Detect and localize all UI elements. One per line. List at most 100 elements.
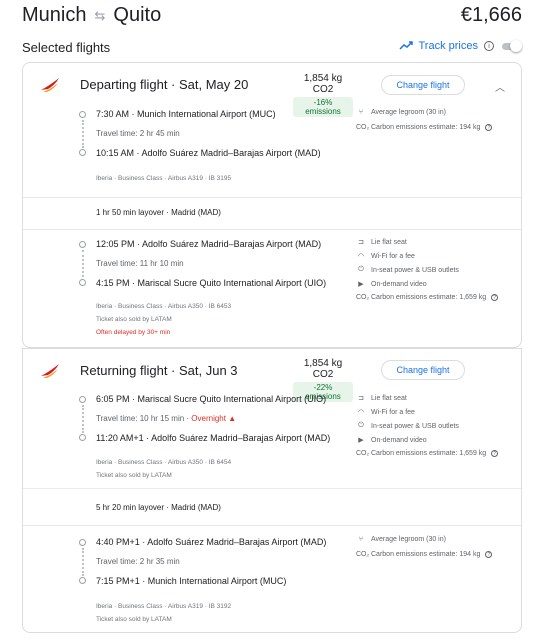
route-line	[82, 548, 84, 576]
departure-info: 6:05 PM · Mariscal Sucre Quito Internati…	[96, 394, 327, 404]
warning-icon: ▲	[228, 414, 237, 423]
amenity-legroom: ⑂ Average legroom (30 in)	[356, 536, 446, 543]
travel-time: Travel time: 10 hr 15 min · Overnight ▲	[96, 414, 237, 423]
amenity-emissions: CO₂ Carbon emissions estimate: 194 kg?	[356, 124, 493, 131]
departure-info: 7:30 AM · Munich International Airport (…	[96, 109, 276, 119]
returning-flight-card: Returning flight · Sat, Jun 3 1,854 kg C…	[22, 348, 522, 633]
co2-icon: CO₂	[356, 551, 370, 558]
amenity-power: ⏻ In-seat power & USB outlets	[356, 266, 459, 274]
iberia-logo-icon	[41, 78, 59, 92]
power-plug-icon: ⏻	[358, 422, 364, 429]
layover-info: 1 hr 50 min layover · Madrid (MAD)	[96, 208, 221, 217]
track-prices[interactable]: Track prices i	[398, 40, 522, 52]
arrival-info: 7:15 PM+1 · Munich International Airport…	[96, 576, 287, 586]
amenity-seat: ⊐ Lie flat seat	[356, 238, 407, 247]
route-title: Munich ⇆ Quito	[22, 4, 161, 27]
delay-warning: Often delayed by 30+ min	[96, 329, 171, 336]
layover-info: 5 hr 20 min layover · Madrid (MAD)	[96, 503, 221, 512]
iberia-logo-icon	[41, 364, 59, 378]
arrival-dot	[79, 434, 86, 441]
amenity-wifi: ◠ Wi-Fi for a fee	[357, 252, 415, 261]
divider	[23, 525, 521, 526]
flight-details: Iberia · Business Class · Airbus A319 · …	[96, 175, 232, 182]
wifi-icon: ◠	[357, 253, 365, 260]
arrival-info: 4:15 PM · Mariscal Sucre Quito Internati…	[96, 278, 327, 288]
leg-muc-mad: 7:30 AM · Munich International Airport (…	[23, 103, 521, 205]
destination-city: Quito	[113, 4, 162, 26]
ticket-sold-by: Ticket also sold by LATAM	[96, 472, 172, 479]
swap-arrows-icon: ⇆	[94, 7, 106, 23]
overnight-label: Overnight	[191, 414, 226, 423]
trending-icon	[398, 41, 413, 50]
info-icon[interactable]: i	[484, 41, 494, 51]
amenity-legroom: ⑂ Average legroom (30 in)	[356, 109, 446, 116]
leg-uio-mad: 6:05 PM · Mariscal Sucre Quito Internati…	[23, 389, 521, 489]
route-line	[82, 405, 84, 433]
track-prices-label[interactable]: Track prices	[419, 40, 479, 52]
ticket-sold-by: Ticket also sold by LATAM	[96, 316, 172, 323]
divider	[23, 488, 521, 489]
departing-header: Departing flight · Sat, May 20 1,854 kg …	[23, 63, 521, 117]
info-icon[interactable]: ?	[491, 294, 499, 301]
arrival-dot	[79, 279, 86, 286]
departure-info: 4:40 PM+1 · Adolfo Suárez Madrid–Barajas…	[96, 537, 327, 547]
flat-seat-icon: ⊐	[358, 395, 364, 402]
arrival-info: 11:20 AM+1 · Adolfo Suárez Madrid–Baraja…	[96, 433, 331, 443]
departure-dot	[79, 396, 86, 403]
amenity-video: ▶ On-demand video	[356, 436, 426, 445]
video-icon: ▶	[358, 281, 364, 288]
returning-header: Returning flight · Sat, Jun 3 1,854 kg C…	[23, 349, 521, 402]
co2-icon: CO₂	[356, 124, 370, 131]
amenity-emissions: CO₂ Carbon emissions estimate: 1,659 kg?	[356, 294, 499, 301]
track-prices-toggle[interactable]	[500, 40, 522, 52]
selected-flights-heading: Selected flights	[22, 40, 111, 55]
amenity-seat: ⊐ Lie flat seat	[356, 394, 407, 403]
departure-dot	[79, 539, 86, 546]
power-plug-icon: ⏻	[358, 266, 364, 273]
leg-mad-muc: 4:40 PM+1 · Adolfo Suárez Madrid–Barajas…	[23, 529, 521, 633]
seat-icon: ⑂	[358, 109, 364, 116]
returning-title: Returning flight · Sat, Jun 3	[80, 363, 238, 378]
travel-time: Travel time: 11 hr 10 min	[96, 259, 184, 268]
departure-info: 12:05 PM · Adolfo Suárez Madrid–Barajas …	[96, 239, 322, 249]
flight-details: Iberia · Business Class · Airbus A350 · …	[96, 303, 232, 310]
change-flight-button[interactable]: Change flight	[381, 75, 465, 95]
arrival-dot	[79, 149, 86, 156]
video-icon: ▶	[358, 437, 364, 444]
divider	[23, 229, 521, 230]
wifi-icon: ◠	[357, 409, 365, 416]
departure-dot	[79, 111, 86, 118]
arrival-info: 10:15 AM · Adolfo Suárez Madrid–Barajas …	[96, 148, 321, 158]
change-flight-button[interactable]: Change flight	[381, 360, 465, 380]
co2-value: 1,854 kg CO2	[303, 73, 343, 95]
amenity-power: ⏻ In-seat power & USB outlets	[356, 422, 459, 430]
flat-seat-icon: ⊐	[358, 239, 364, 246]
chevron-up-icon[interactable]: ︿	[495, 79, 505, 94]
departing-flight-card: Departing flight · Sat, May 20 1,854 kg …	[22, 62, 522, 348]
seat-icon: ⑂	[358, 536, 364, 543]
trip-header: Munich ⇆ Quito €1,666	[22, 4, 522, 30]
co2-icon: CO₂	[356, 450, 370, 457]
ticket-sold-by: Ticket also sold by LATAM	[96, 616, 172, 623]
amenity-emissions: CO₂ Carbon emissions estimate: 1,659 kg?	[356, 450, 499, 457]
amenity-wifi: ◠ Wi-Fi for a fee	[357, 408, 415, 417]
co2-value: 1,854 kg CO2	[303, 358, 343, 380]
departing-title: Departing flight · Sat, May 20	[80, 77, 249, 92]
info-icon[interactable]: ?	[485, 551, 493, 558]
arrival-dot	[79, 577, 86, 584]
travel-time: Travel time: 2 hr 45 min	[96, 129, 180, 138]
co2-icon: CO₂	[356, 294, 370, 301]
amenity-emissions: CO₂ Carbon emissions estimate: 194 kg?	[356, 551, 493, 558]
amenity-video: ▶ On-demand video	[356, 280, 426, 289]
divider	[23, 197, 521, 198]
travel-time: Travel time: 2 hr 35 min	[96, 557, 180, 566]
info-icon[interactable]: ?	[485, 124, 493, 131]
flight-details: Iberia · Business Class · Airbus A319 · …	[96, 603, 232, 610]
departure-dot	[79, 241, 86, 248]
info-icon[interactable]: ?	[491, 450, 499, 457]
flight-details: Iberia · Business Class · Airbus A350 · …	[96, 459, 232, 466]
leg-mad-uio: 12:05 PM · Adolfo Suárez Madrid–Barajas …	[23, 231, 521, 349]
origin-city: Munich	[22, 4, 87, 26]
route-line	[82, 120, 84, 148]
total-price: €1,666	[460, 4, 522, 26]
